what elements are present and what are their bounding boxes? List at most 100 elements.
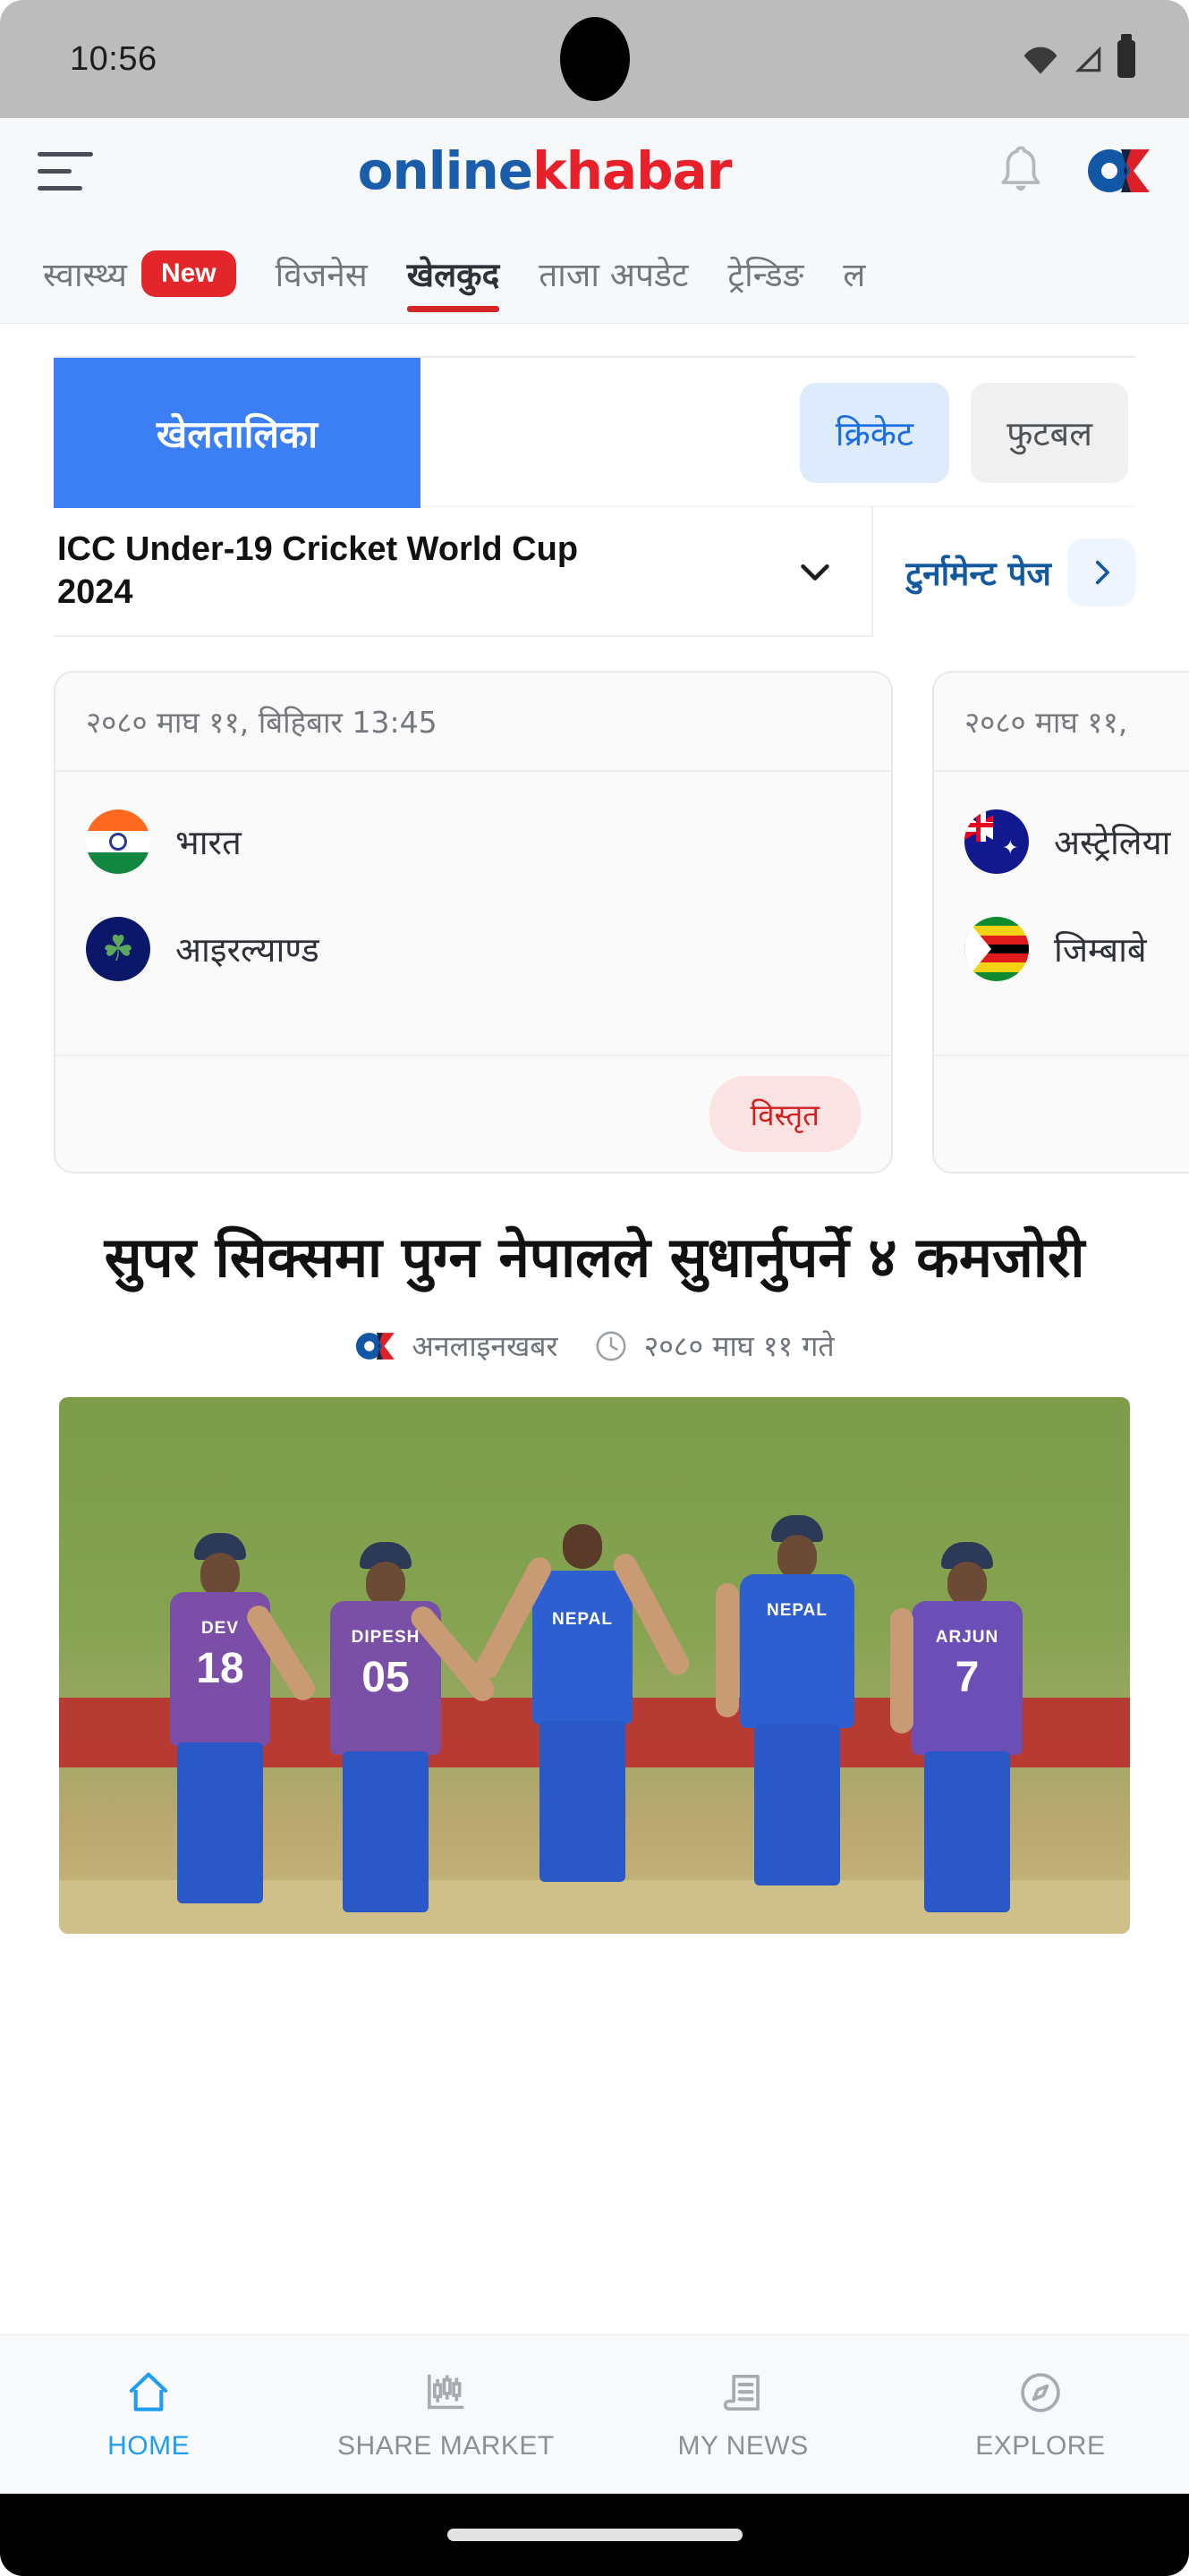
tab-business[interactable]: विजनेस (256, 224, 387, 323)
status-time: 10:56 (70, 39, 157, 78)
page-title: सुपर सिक्समा पुग्न नेपालले सुधार्नुपर्ने… (104, 1224, 1085, 1290)
brand-logo[interactable]: online khabar (357, 140, 733, 201)
jersey-name: DEV (200, 1619, 240, 1639)
match-teams: ✦ अस्ट्रेलिया जिम्बाबे (934, 772, 1189, 1055)
candlestick-chart-icon (421, 2368, 470, 2417)
notification-bell-icon[interactable] (996, 143, 1046, 199)
tab-label: खेलकुद (406, 256, 500, 294)
nav-label: HOME (107, 2430, 191, 2461)
ireland-flag-icon: ☘ (86, 917, 150, 981)
team-row: ✦ अस्ट्रेलिया (964, 809, 1189, 874)
jersey-name: NEPAL (767, 1601, 828, 1621)
chevron-down-icon (801, 564, 830, 580)
player-dipesh: DIPESH 05 (314, 1542, 499, 1918)
chip-football[interactable]: फुटबल (971, 383, 1128, 483)
jersey-name: NEPAL (552, 1610, 613, 1630)
chevron-right-glyph (1095, 560, 1109, 584)
tab-label: ल (843, 256, 866, 294)
tab-label: स्वास्थ्य (43, 256, 127, 294)
onlinekhabar-ok-logo[interactable] (1085, 145, 1151, 197)
nav-share-market[interactable]: SHARE MARKET (297, 2368, 594, 2462)
match-datetime: २०८० माघ ११, बिहिबार 13:45 (55, 673, 891, 772)
tournament-page-label: टुर्नामेन्ट पेज (905, 555, 1051, 593)
status-icons (1023, 34, 1135, 78)
app-header: online khabar (0, 118, 1189, 224)
jersey-name: DIPESH (351, 1628, 420, 1648)
tab-label: ताजा अपडेट (539, 256, 689, 294)
player-arjun: ARJUN 7 (890, 1542, 1039, 1918)
match-datetime: २०८० माघ ११, (934, 673, 1189, 772)
battery-icon (1117, 34, 1135, 78)
tab-taja-update[interactable]: ताजा अपडेट (519, 224, 708, 323)
team-name: भारत (175, 823, 242, 862)
match-card-footer: विस्तृत (55, 1055, 891, 1172)
tab-khelkud[interactable]: खेलकुद (387, 224, 519, 323)
zimbabwe-flag-icon (964, 917, 1029, 981)
match-card[interactable]: २०८० माघ ११, बिहिबार 13:45 भारत ☘ आइरल्य… (54, 671, 893, 1174)
bottom-navigation[interactable]: HOME SHARE MARKET MY NEWS EXPLORE (0, 2334, 1189, 2494)
nav-label: SHARE MARKET (337, 2430, 555, 2461)
home-icon (124, 2368, 173, 2417)
chevron-right-icon[interactable] (1067, 538, 1135, 606)
tab-trending[interactable]: ट्रेन्डिङ (708, 224, 823, 323)
team-name: जिम्बाबे (1054, 930, 1147, 970)
match-teams: भारत ☘ आइरल्याण्ड (55, 772, 891, 1055)
hamburger-menu-icon[interactable] (38, 151, 93, 191)
new-badge: New (140, 250, 236, 297)
wifi-icon (1023, 47, 1057, 74)
compass-icon (1016, 2368, 1065, 2417)
brand-online: online (357, 140, 534, 201)
onlinekhabar-ok-logo (356, 1332, 395, 1360)
tournament-selector-row: ICC Under-19 Cricket World Cup 2024 टुर्… (54, 506, 1135, 637)
jersey-number: 18 (196, 1645, 244, 1693)
khelatalika-title: खेलतालिका (54, 358, 420, 508)
jersey-number: 7 (955, 1654, 980, 1702)
article-date: २०८० माघ ११ गते (643, 1329, 835, 1364)
match-card-carousel[interactable]: २०८० माघ ११, बिहिबार 13:45 भारत ☘ आइरल्य… (0, 637, 1189, 1174)
team-name: अस्ट्रेलिया (1054, 823, 1171, 862)
detail-button[interactable]: विस्तृत (709, 1076, 861, 1152)
category-tab-bar[interactable]: स्वास्थ्य New विजनेस खेलकुद ताजा अपडेट ट… (0, 224, 1189, 324)
camera-cutout (559, 17, 630, 101)
brand-khabar: khabar (532, 140, 732, 201)
nav-explore[interactable]: EXPLORE (892, 2368, 1189, 2462)
australia-flag-icon: ✦ (964, 809, 1029, 874)
phone-screen: 10:56 online khabar स्वास्थ्य New विजनेस… (0, 0, 1189, 2576)
sports-schedule-widget: खेलतालिका क्रिकेट फुटबल ICC Under-19 Cri… (0, 324, 1189, 1174)
sport-chip-row: खेलतालिका क्रिकेट फुटबल (54, 356, 1135, 508)
byline: अनलाइनखबर २०८० माघ ११ गते (50, 1326, 1139, 1365)
nav-label: EXPLORE (975, 2430, 1106, 2461)
jersey-name: ARJUN (935, 1628, 999, 1648)
india-flag-icon (86, 809, 150, 874)
tab-label: विजनेस (275, 256, 368, 294)
jersey-number: 05 (361, 1654, 410, 1702)
nav-label: MY NEWS (677, 2430, 809, 2461)
team-name: आइरल्याण्ड (175, 930, 319, 970)
tab-law[interactable]: ल (823, 224, 885, 323)
news-document-icon (719, 2368, 768, 2417)
featured-article[interactable]: सुपर सिक्समा पुग्न नेपालले सुधार्नुपर्ने… (0, 1174, 1189, 1935)
signal-icon (1074, 46, 1101, 72)
tab-swasthya[interactable]: स्वास्थ्य New (23, 224, 256, 323)
player-dev: DEV 18 (153, 1533, 319, 1918)
tournament-name: ICC Under-19 Cricket World Cup 2024 (57, 530, 579, 611)
chip-cricket[interactable]: क्रिकेट (799, 383, 950, 483)
article-photo[interactable]: DEV 18 DIPESH 05 NEPAL NEPAL ARJUN 7 (59, 1397, 1130, 1935)
status-bar: 10:56 (0, 0, 1189, 118)
clock-icon (596, 1331, 626, 1361)
article-source: अनलाइनखबर (412, 1329, 558, 1364)
gesture-pill[interactable] (446, 2529, 743, 2541)
nav-home[interactable]: HOME (0, 2368, 297, 2462)
tournament-page-link[interactable]: टुर्नामेन्ट पेज (873, 507, 1135, 637)
match-card-footer (934, 1055, 1189, 1153)
tournament-dropdown[interactable]: ICC Under-19 Cricket World Cup 2024 (54, 507, 874, 637)
team-row: ☘ आइरल्याण्ड (86, 917, 861, 981)
match-card[interactable]: २०८० माघ ११, ✦ अस्ट्रेलिया जिम्बाबे (932, 671, 1189, 1174)
team-row: भारत (86, 809, 861, 874)
team-row: जिम्बाबे (964, 917, 1189, 981)
gesture-navigation-bar[interactable] (0, 2494, 1189, 2576)
nav-my-news[interactable]: MY NEWS (595, 2368, 892, 2462)
player-nepal: NEPAL (716, 1515, 873, 1918)
player-bowler: NEPAL (471, 1524, 693, 1918)
